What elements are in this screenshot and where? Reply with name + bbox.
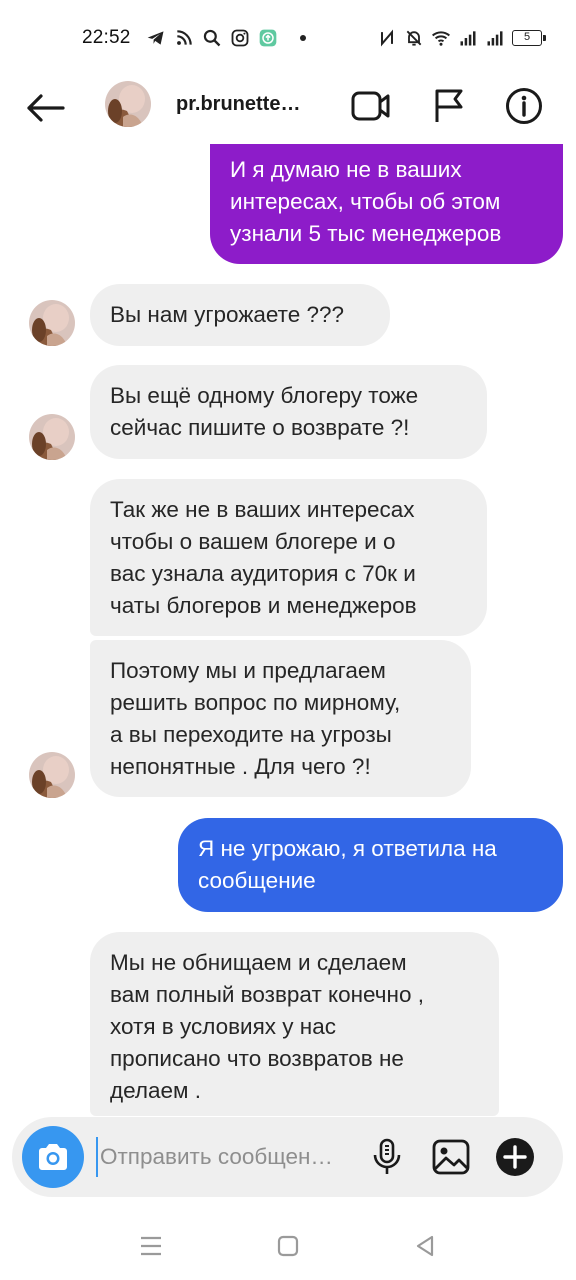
avatar-image [105,81,151,127]
signal-icon [487,31,503,46]
video-call-icon [351,91,390,121]
message-bubble-incoming[interactable]: Так же не в ваших интересах чтобы о ваше… [90,479,487,636]
status-bar: 22:52 5 [0,0,576,76]
menu-icon [141,1236,161,1256]
message-text: хотя в условиях у нас [110,1014,336,1039]
message-text: чаты блогеров и менеджеров [110,593,417,618]
message-text: Поэтому мы и предлагаем [110,658,386,683]
contact-avatar[interactable] [29,300,75,346]
message-bubble-incoming[interactable]: Вы ещё одному блогеру тоже сейчас пишите… [90,365,487,459]
avatar-image [29,300,75,346]
mute-bell-icon [406,30,422,46]
message-text: Так же не в ваших интересах [110,497,415,522]
status-icons-right: 5 [377,28,546,48]
status-icons-left [146,28,306,48]
message-bubble-incoming[interactable]: Поэтому мы и предлагаем решить вопрос по… [90,640,471,797]
message-text: И я думаю не в ваших [230,157,462,182]
back-nav-button[interactable] [405,1228,445,1264]
notification-dot [300,35,306,41]
search-icon [203,29,221,47]
microphone-icon [373,1138,401,1174]
home-button[interactable] [268,1228,308,1264]
contact-avatar[interactable] [29,414,75,460]
more-options-button[interactable] [493,1135,537,1179]
signal-icon [460,31,476,46]
message-text: прописано что возвратов не [110,1046,404,1071]
telegram-icon [147,31,164,45]
contact-username[interactable]: pr.brunette… [176,93,300,116]
instagram-icon [231,29,249,47]
recent-apps-button[interactable] [131,1228,171,1264]
battery-icon: 5 [512,30,546,46]
message-input[interactable] [96,1137,358,1177]
message-text: а вы переходите на угрозы [110,722,392,747]
app-update-icon [259,29,277,47]
chat-header: pr.brunette… [0,76,576,140]
message-text: сообщение [198,868,316,893]
message-text: интересах, чтобы об этом [230,189,501,214]
message-text: Мы не обнищаем и сделаем [110,950,407,975]
wifi-icon [432,31,450,46]
message-text: Вы ещё одному блогеру тоже [110,383,419,408]
message-text: Я не угрожаю, я ответила на [198,836,497,861]
contact-avatar[interactable] [29,752,75,798]
rss-icon [177,30,192,45]
message-text: непонятные . Для чего ?! [110,754,371,779]
message-text: чтобы о вашем блогере и о [110,529,396,554]
avatar-image [29,414,75,460]
video-call-button[interactable] [349,84,393,128]
message-composer [12,1117,563,1197]
message-bubble-outgoing[interactable]: И я думаю не в ваших интересах, чтобы об… [210,144,563,264]
message-bubble-incoming[interactable]: Вы нам угрожаете ??? [90,284,390,346]
camera-icon [39,1144,67,1170]
image-icon [432,1139,470,1175]
voice-message-button[interactable] [365,1135,409,1179]
gallery-button[interactable] [429,1135,473,1179]
report-button[interactable] [427,84,471,128]
camera-button[interactable] [22,1126,84,1188]
flag-icon [435,89,463,122]
arrow-left-icon [27,94,65,122]
message-text: вас узнала аудитория с 70к и [110,561,416,586]
message-text: Вы нам угрожаете ??? [110,302,345,327]
system-navigation-bar [0,1210,576,1280]
status-time: 22:52 [82,27,131,48]
message-text: решить вопрос по мирному, [110,690,401,715]
info-icon [506,88,542,124]
message-bubble-outgoing[interactable]: Я не угрожаю, я ответила на сообщение [178,818,563,912]
avatar-image [29,752,75,798]
message-text: делаем . [110,1078,202,1103]
back-button[interactable] [22,86,68,130]
message-text: вам полный возврат конечно , [110,982,424,1007]
home-square-icon [277,1235,299,1257]
back-triangle-icon [416,1235,434,1257]
message-text: сейчас пишите о возврате ?! [110,415,410,440]
contact-avatar[interactable] [105,81,151,127]
info-button[interactable] [502,84,546,128]
nfc-icon [381,29,393,47]
message-bubble-incoming[interactable]: Мы не обнищаем и сделаем вам полный возв… [90,932,499,1116]
message-text: узнали 5 тыс менеджеров [230,221,502,246]
plus-circle-icon [496,1138,534,1176]
